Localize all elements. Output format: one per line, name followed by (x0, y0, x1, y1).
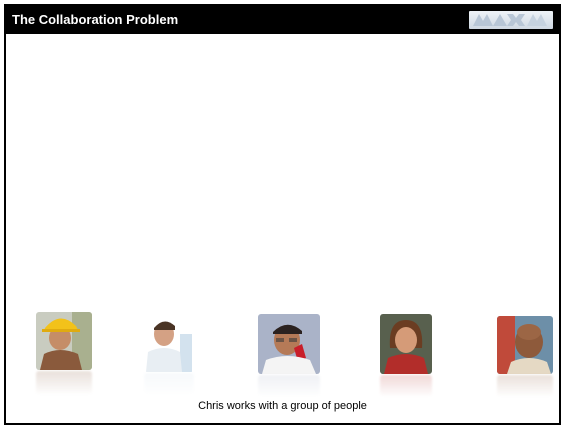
person-photo-reflection (258, 375, 320, 397)
person-photo-man-smiling (144, 314, 194, 372)
person-photo-man-on-phone (258, 314, 320, 374)
max-logo-icon (469, 11, 553, 29)
person-photo-reflection (36, 371, 92, 395)
slide-caption: Chris works with a group of people (198, 400, 367, 412)
person-photo-reflection (380, 375, 432, 397)
title-bar: The Collaboration Problem (6, 6, 559, 34)
person-photo-worker-hardhat (36, 312, 92, 370)
slide: The Collaboration Problem Chris works wi… (4, 4, 561, 425)
person-photo-man-bald (497, 316, 553, 374)
person-photo-reflection (144, 373, 194, 395)
slide-title: The Collaboration Problem (12, 12, 179, 27)
person-photo-reflection (497, 375, 553, 397)
person-photo-woman-smiling (380, 314, 432, 374)
